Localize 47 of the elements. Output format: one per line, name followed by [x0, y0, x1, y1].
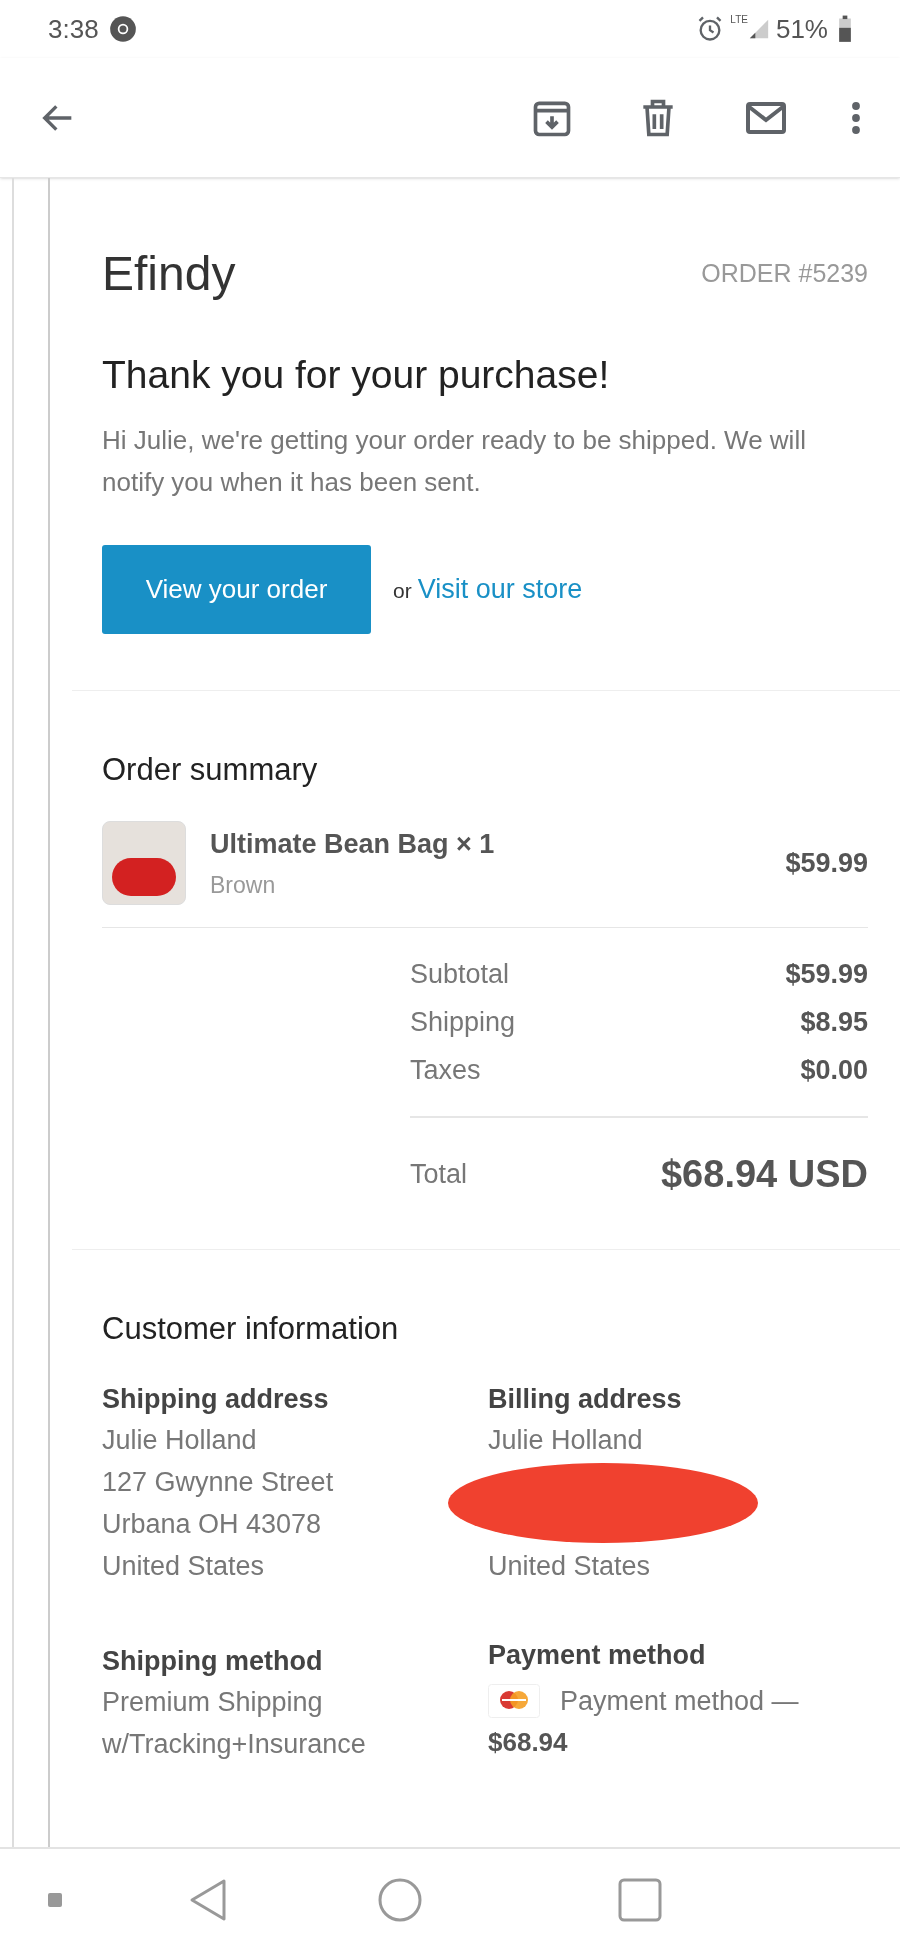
product-name: Ultimate Bean Bag × 1 — [210, 827, 496, 861]
address-line: United States — [102, 1549, 266, 1583]
section-label: Shipping address — [102, 1382, 330, 1416]
section-label: Payment method — [488, 1638, 707, 1672]
section-label: Billing address — [488, 1382, 683, 1416]
address-line: 127 Gwynne Street — [102, 1465, 335, 1499]
address-line: Urbana OH 43078 — [102, 1507, 323, 1541]
battery-percentage: 51% — [775, 12, 828, 46]
visit-store-link[interactable]: Visit our store — [417, 568, 583, 610]
total-value: $68.94 USD — [661, 1152, 868, 1197]
summary-value: $59.99 — [785, 958, 868, 991]
square-icon — [618, 1878, 662, 1922]
product-price: $59.99 — [785, 846, 868, 880]
network-type: LTE — [730, 13, 748, 27]
summary-value: $0.00 — [800, 1054, 868, 1087]
email-heading: Thank you for your purchase! — [102, 352, 611, 398]
card-logo-icon — [488, 1683, 540, 1718]
back-triangle-icon — [188, 1878, 228, 1922]
circle-icon — [378, 1878, 422, 1922]
address-line: w/Tracking+Insurance — [102, 1727, 367, 1761]
recents-button[interactable] — [618, 1878, 662, 1922]
view-order-button[interactable]: View your order — [102, 544, 371, 634]
section-title: Customer information — [102, 1310, 400, 1348]
payment-method-text: Payment method — — [560, 1684, 799, 1718]
address-line: Julie Holland — [102, 1423, 258, 1457]
section-label: Shipping method — [102, 1644, 324, 1678]
payment-amount: $68.94 — [488, 1726, 569, 1759]
address-line: Premium Shipping — [102, 1685, 324, 1719]
store-name: Efindy — [102, 246, 236, 302]
address-line: Julie Holland — [488, 1423, 644, 1457]
product-variant: Brown — [210, 871, 277, 900]
section-title: Order summary — [102, 750, 319, 789]
home-button[interactable] — [378, 1878, 422, 1922]
more-vert-icon — [850, 99, 862, 136]
battery-icon — [838, 15, 852, 43]
summary-label: Shipping — [410, 1006, 516, 1039]
order-number: ORDER #5239 — [701, 258, 868, 290]
more-options-button[interactable] — [850, 99, 862, 136]
email-message: Hi Julie, we're getting your order ready to be shipped. We will notify you when it has been sent. — [102, 423, 807, 499]
summary-label: Subtotal — [410, 958, 510, 991]
summary-value: $8.95 — [800, 1006, 868, 1039]
summary-label: Taxes — [410, 1054, 481, 1087]
total-label: Total — [410, 1158, 468, 1192]
clock-time: 3:38 — [48, 12, 99, 46]
address-line: United States — [488, 1549, 652, 1583]
or-text: or — [393, 578, 412, 605]
nav-back-button[interactable] — [188, 1878, 228, 1922]
